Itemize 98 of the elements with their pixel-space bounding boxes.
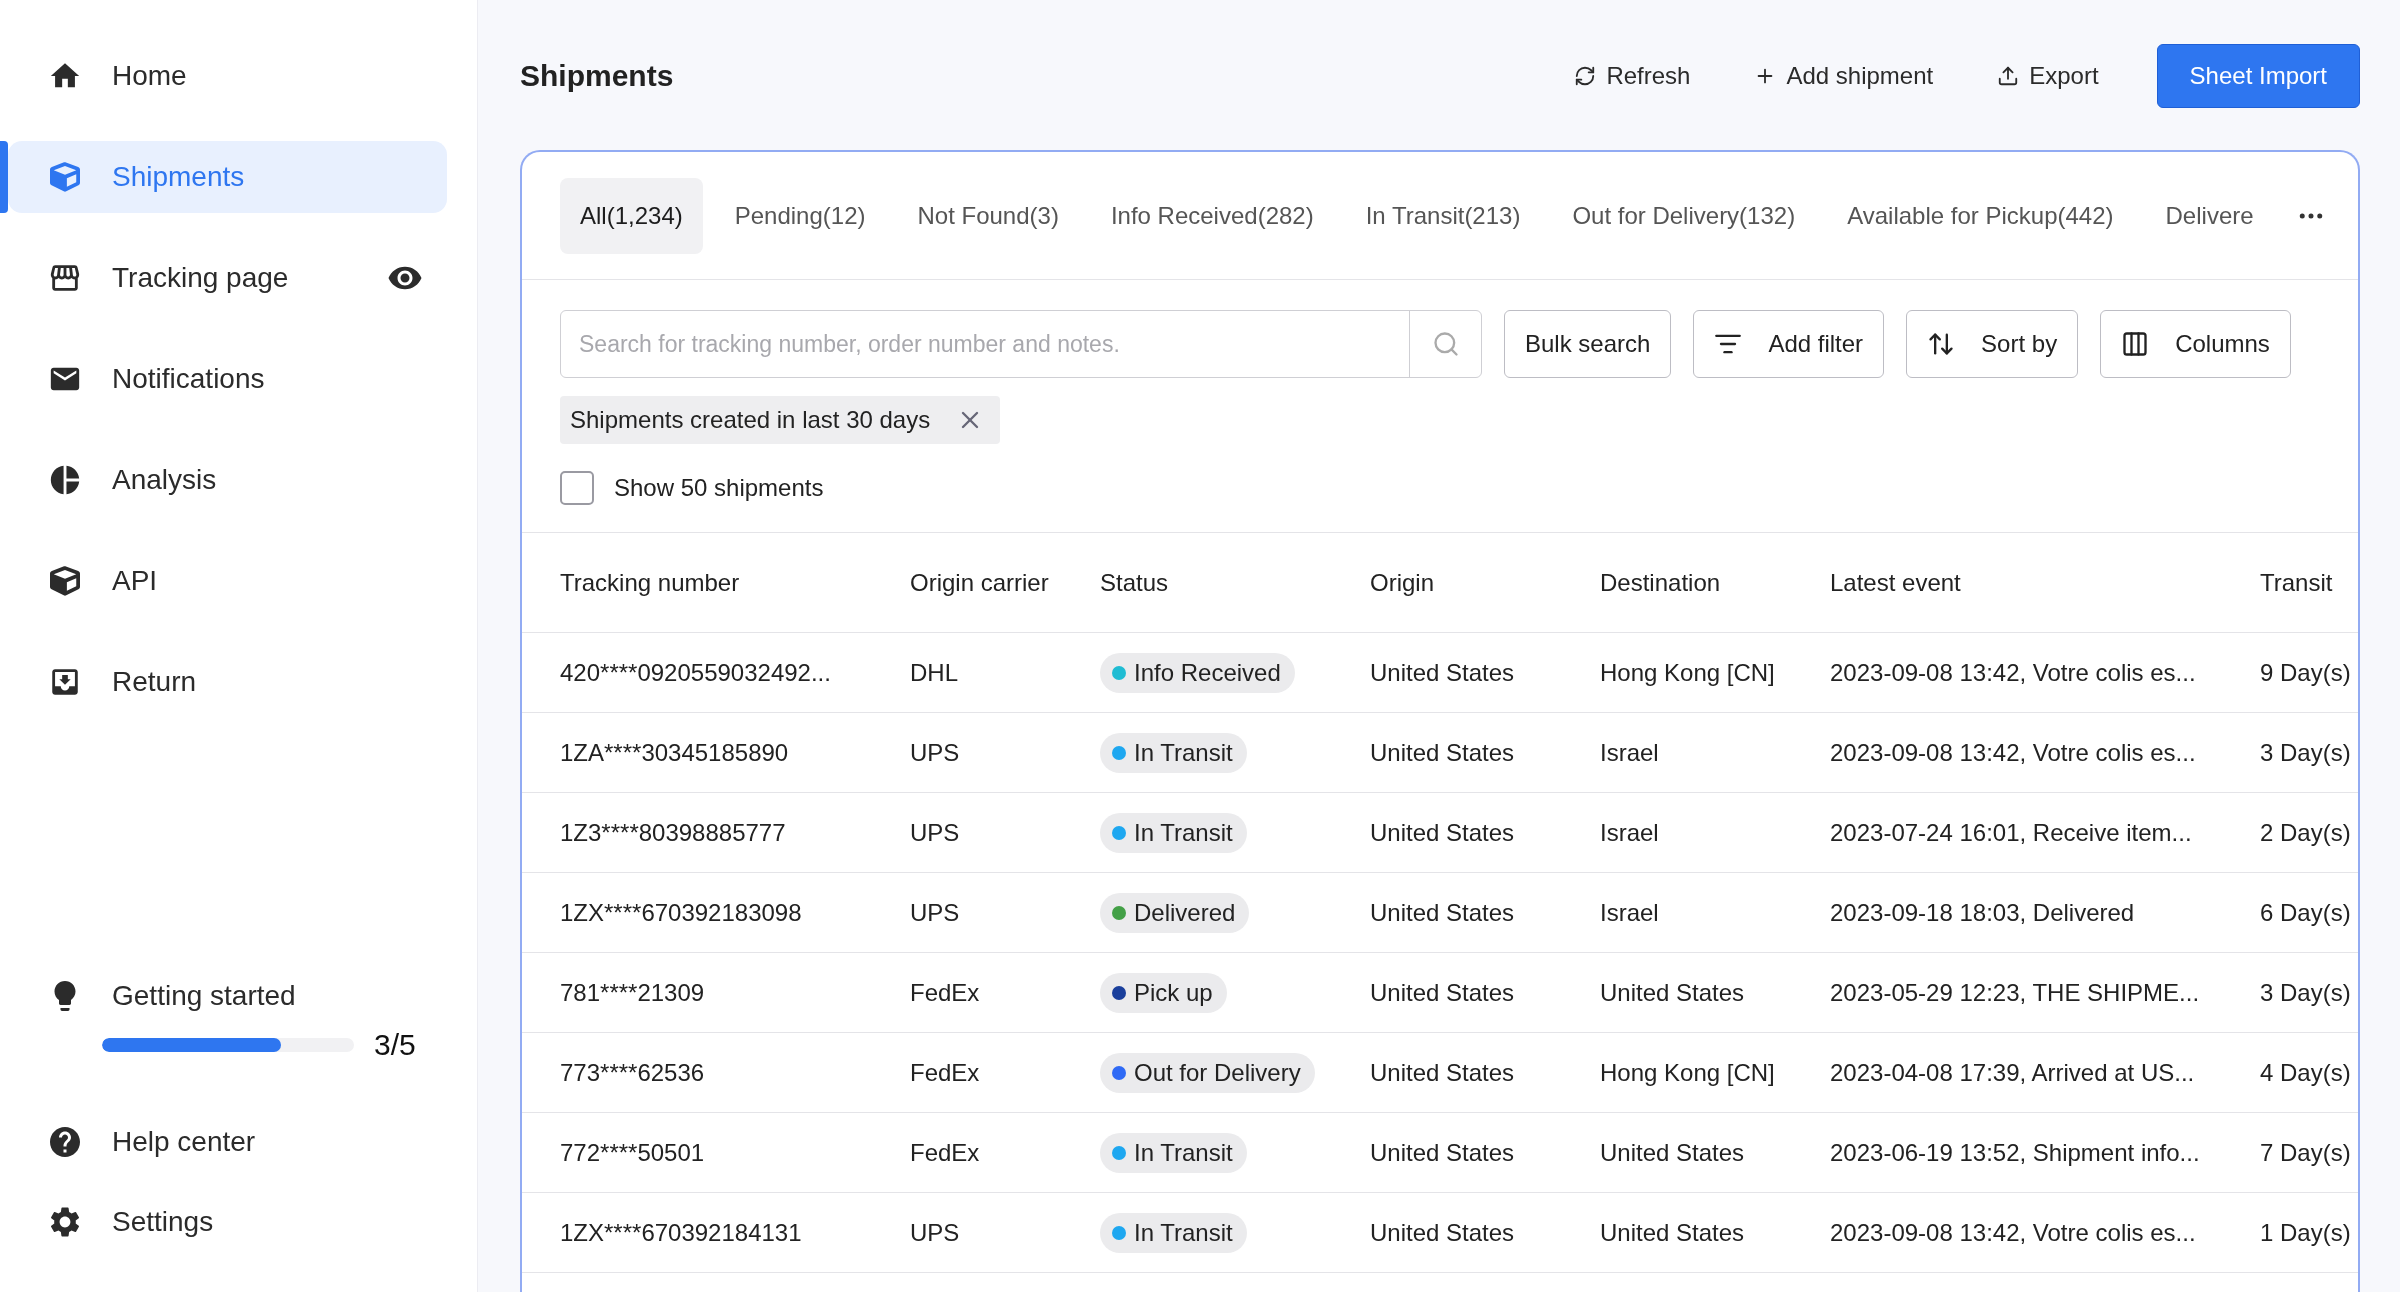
tracking-number-cell: 420****0920559032492... bbox=[560, 658, 831, 686]
column-header: Status bbox=[1100, 568, 1169, 596]
sidebar-item[interactable]: Return bbox=[8, 646, 447, 718]
status-tab[interactable]: Delivere bbox=[2145, 177, 2274, 254]
status-badge: Out for Delivery bbox=[1100, 1052, 1315, 1093]
transit-cell: 4 Day(s) bbox=[2260, 1058, 2351, 1086]
status-badge: Pick up bbox=[1100, 972, 1227, 1013]
carrier-cell: UPS bbox=[910, 898, 960, 926]
column-header: Destination bbox=[1600, 568, 1721, 596]
carrier-cell: FedEx bbox=[910, 1138, 980, 1166]
selection-indicator bbox=[0, 141, 8, 213]
origin-cell: United States bbox=[1370, 978, 1515, 1006]
origin-cell: United States bbox=[1370, 818, 1515, 846]
transit-cell: 3 Day(s) bbox=[2260, 738, 2351, 766]
carrier-cell: FedEx bbox=[910, 978, 980, 1006]
status-badge: In Transit bbox=[1100, 732, 1247, 773]
status-tab[interactable]: Info Received(282) bbox=[1090, 177, 1334, 254]
refresh-icon bbox=[1574, 65, 1597, 87]
checkbox[interactable] bbox=[560, 471, 594, 505]
tracking-number-cell: 781****21309 bbox=[560, 978, 705, 1006]
destination-cell: Hong Kong [CN] bbox=[1600, 1058, 1775, 1086]
checkbox-label[interactable]: Show 50 shipments bbox=[614, 474, 824, 502]
carrier-cell: DHL bbox=[910, 658, 958, 686]
transit-cell: 3 Day(s) bbox=[2260, 978, 2351, 1006]
sidebar-item[interactable]: Tracking page bbox=[8, 242, 447, 314]
origin-cell: United States bbox=[1370, 1138, 1515, 1166]
filter-chip-label: Shipments created in last 30 days bbox=[570, 406, 931, 434]
status-tab[interactable]: In Transit(213) bbox=[1345, 177, 1541, 254]
column-header: Origin carrier bbox=[910, 568, 1049, 596]
destination-cell: United States bbox=[1600, 1218, 1745, 1246]
latest-event-cell: 2023-09-18 18:03, Delivered bbox=[1830, 898, 2135, 926]
sheet-import-button[interactable]: Sheet Import bbox=[2156, 44, 2360, 108]
status-tab[interactable]: Pending(12) bbox=[714, 177, 886, 254]
sidebar-item[interactable]: Notifications bbox=[8, 343, 447, 415]
toolbar-button[interactable]: Bulk search bbox=[1504, 310, 1672, 378]
sidebar-item[interactable]: Help center bbox=[0, 1112, 477, 1172]
status-badge: Delivered bbox=[1100, 892, 1250, 933]
origin-cell: United States bbox=[1370, 1218, 1515, 1246]
header-action-button[interactable]: Add shipment bbox=[1748, 61, 1940, 91]
carrier-cell: UPS bbox=[910, 818, 960, 846]
tracking-number-cell: 772****50501 bbox=[560, 1138, 705, 1166]
transit-cell: 1 Day(s) bbox=[2260, 1218, 2351, 1246]
carrier-cell: UPS bbox=[910, 1218, 960, 1246]
destination-cell: Israel bbox=[1600, 898, 1659, 926]
getting-started-label[interactable]: Getting started bbox=[112, 980, 296, 1012]
destination-cell: Hong Kong [CN] bbox=[1600, 658, 1775, 686]
origin-cell: United States bbox=[1370, 898, 1515, 926]
destination-cell: Israel bbox=[1600, 818, 1659, 846]
transit-cell: 6 Day(s) bbox=[2260, 898, 2351, 926]
status-badge: In Transit bbox=[1100, 1132, 1247, 1173]
status-tab[interactable]: Available for Pickup(442) bbox=[1827, 177, 2134, 254]
latest-event-cell: 2023-09-08 13:42, Votre colis es... bbox=[1830, 1218, 2196, 1246]
transit-cell: 7 Day(s) bbox=[2260, 1138, 2351, 1166]
column-header: Origin bbox=[1370, 568, 1435, 596]
origin-cell: United States bbox=[1370, 1058, 1515, 1086]
toolbar-button[interactable]: Sort by bbox=[1906, 310, 2079, 378]
status-tab[interactable]: All(1,234) bbox=[560, 177, 703, 254]
tracking-number-cell: 773****62536 bbox=[560, 1058, 705, 1086]
carrier-cell: UPS bbox=[910, 738, 960, 766]
upload-icon bbox=[1997, 65, 2020, 87]
latest-event-cell: 2023-09-08 13:42, Votre colis es... bbox=[1830, 738, 2196, 766]
destination-cell: United States bbox=[1600, 1138, 1745, 1166]
toolbar-button[interactable]: Columns bbox=[2100, 310, 2291, 378]
latest-event-cell: 2023-05-29 12:23, THE SHIPME... bbox=[1830, 978, 2200, 1006]
sidebar-item[interactable]: Settings bbox=[0, 1192, 477, 1252]
sidebar-item[interactable]: Shipments bbox=[8, 141, 447, 213]
progress-text: 3/5 bbox=[374, 1028, 416, 1062]
status-tab[interactable]: Not Found(3) bbox=[897, 177, 1079, 254]
transit-cell: 2 Day(s) bbox=[2260, 818, 2351, 846]
carrier-cell: FedEx bbox=[910, 1058, 980, 1086]
latest-event-cell: 2023-04-08 17:39, Arrived at US... bbox=[1830, 1058, 2195, 1086]
origin-cell: United States bbox=[1370, 658, 1515, 686]
tracking-number-cell: 1ZX****670392183098 bbox=[560, 898, 802, 926]
sidebar-item[interactable]: Home bbox=[8, 40, 447, 112]
latest-event-cell: 2023-07-24 16:01, Receive item... bbox=[1830, 818, 2192, 846]
latest-event-cell: 2023-06-19 13:52, Shipment info... bbox=[1830, 1138, 2200, 1166]
destination-cell: United States bbox=[1600, 978, 1745, 1006]
tracking-number-cell: 1Z3****80398885777 bbox=[560, 818, 786, 846]
page-title: Shipments bbox=[520, 59, 675, 93]
column-header: Transit bbox=[2260, 568, 2333, 596]
header-action-button[interactable]: Export bbox=[1991, 61, 2105, 91]
status-badge: In Transit bbox=[1100, 1212, 1247, 1253]
column-header: Tracking number bbox=[560, 568, 740, 596]
status-badge: Info Received bbox=[1100, 652, 1295, 693]
status-badge: In Transit bbox=[1100, 812, 1247, 853]
transit-cell: 9 Day(s) bbox=[2260, 658, 2351, 686]
header-action-button[interactable]: Refresh bbox=[1568, 61, 1697, 91]
sidebar-item[interactable]: Analysis bbox=[8, 444, 447, 516]
latest-event-cell: 2023-09-08 13:42, Votre colis es... bbox=[1830, 658, 2196, 686]
tracking-number-cell: 1ZA****30345185890 bbox=[560, 738, 789, 766]
status-tab[interactable]: Out for Delivery(132) bbox=[1552, 177, 1816, 254]
column-header: Latest event bbox=[1830, 568, 1961, 596]
toolbar-button[interactable]: Add filter bbox=[1693, 310, 1885, 378]
sidebar-item[interactable]: API bbox=[8, 545, 447, 617]
columns-icon bbox=[2121, 330, 2150, 358]
destination-cell: Israel bbox=[1600, 738, 1659, 766]
origin-cell: United States bbox=[1370, 738, 1515, 766]
tracking-number-cell: 1ZX****670392184131 bbox=[560, 1218, 802, 1246]
